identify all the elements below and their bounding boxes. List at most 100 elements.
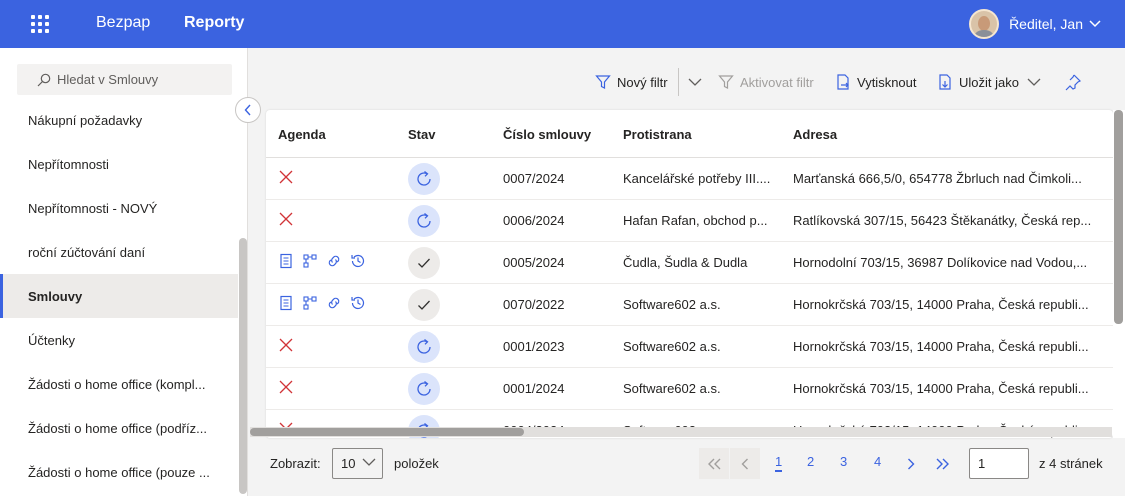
table-row[interactable]: 0007/2024 Kancelářské potřeby III.... Ma… — [266, 158, 1113, 200]
sidebar-item-neprítomnosti[interactable]: Nepřítomnosti — [0, 142, 238, 186]
filter-dropdown-button[interactable] — [688, 72, 708, 92]
status-badge — [408, 373, 440, 405]
print-button[interactable]: Vytisknout — [835, 72, 917, 92]
sidebar-item-home-office-pouze[interactable]: Žádosti o home office (pouze ... — [0, 450, 238, 494]
sidebar-item-rocni-zuctovani[interactable]: roční zúčtování daní — [0, 230, 238, 274]
pin-button[interactable] — [1064, 72, 1088, 92]
column-header-protistrana[interactable]: Protistrana — [623, 127, 692, 142]
page-number-input[interactable] — [969, 448, 1029, 479]
page-link-4[interactable]: 4 — [874, 454, 881, 469]
table-row[interactable]: 0006/2024 Hafan Rafan, obchod p... Ratlí… — [266, 200, 1113, 242]
column-header-adresa[interactable]: Adresa — [793, 127, 837, 142]
document-icon[interactable] — [278, 253, 294, 269]
sidebar-item-smlouvy[interactable]: Smlouvy — [0, 274, 238, 318]
grid-vertical-scrollbar[interactable] — [1114, 110, 1123, 324]
column-header-agenda[interactable]: Agenda — [278, 127, 326, 142]
page-link-3[interactable]: 3 — [840, 454, 847, 469]
link-icon[interactable] — [326, 295, 342, 311]
app-launcher-icon[interactable] — [31, 15, 49, 33]
save-as-button[interactable]: Uložit jako — [937, 72, 1047, 92]
agenda-cell — [278, 337, 294, 353]
checkmark-icon — [418, 258, 430, 268]
column-header-cislo-smlouvy[interactable]: Číslo smlouvy — [503, 127, 591, 142]
workflow-icon[interactable] — [302, 295, 318, 311]
app-name[interactable]: Bezpap — [96, 14, 150, 32]
counterparty: Software602 a.s. — [623, 297, 721, 312]
user-name: Ředitel, Jan — [1009, 16, 1083, 32]
collapse-sidebar-button[interactable] — [235, 97, 261, 123]
last-page-button[interactable] — [928, 448, 958, 479]
sidebar-item-uctenky[interactable]: Účtenky — [0, 318, 238, 362]
status-badge — [408, 163, 440, 195]
page-size-select[interactable]: 10 — [332, 448, 383, 479]
table-row[interactable]: 0005/2024 Čudla, Šudla & Dudla Hornodoln… — [266, 242, 1113, 284]
first-page-button[interactable] — [699, 448, 729, 479]
user-menu[interactable]: Ředitel, Jan — [969, 9, 1101, 39]
sidebar: Hledat v Smlouvy Nákupní požadavky Nepří… — [0, 48, 248, 496]
sidebar-item-nepritomnosti-novy[interactable]: Nepřítomnosti - NOVÝ — [0, 186, 238, 230]
page-link-2[interactable]: 2 — [807, 454, 814, 469]
sidebar-item-nakupni-pozadavky[interactable]: Nákupní požadavky — [0, 98, 238, 142]
chevron-down-icon — [1089, 20, 1101, 28]
pagination-bar: Zobrazit: 10 položek 1 2 3 4 z 4 stránek — [249, 440, 1125, 496]
items-label: položek — [394, 456, 439, 471]
page-size-value: 10 — [341, 456, 356, 471]
contract-number: 0001/2023 — [503, 339, 565, 354]
sidebar-item-home-office-podriz[interactable]: Žádosti o home office (podříz... — [0, 406, 238, 450]
page-link-1[interactable]: 1 — [775, 454, 783, 472]
address: Ratlíkovská 307/15, 56423 Štěkanátky, Če… — [793, 213, 1092, 228]
table-row[interactable]: 0001/2024 Software602 a.s. Hornokrčská 7… — [266, 368, 1113, 410]
activate-filter-label: Aktivovat filtr — [740, 74, 814, 90]
filter-icon — [595, 75, 611, 89]
double-chevron-right-icon — [936, 458, 949, 469]
status-badge — [408, 289, 440, 321]
counterparty: Čudla, Šudla & Dudla — [623, 255, 748, 270]
previous-page-button[interactable] — [730, 448, 760, 479]
chevron-down-icon — [688, 78, 702, 86]
contract-number: 0007/2024 — [503, 171, 565, 186]
address: Hornodolní 703/15, 36987 Dolíkovice nad … — [793, 255, 1088, 270]
column-header-stav[interactable]: Stav — [408, 127, 435, 142]
grid-horizontal-scrollbar[interactable] — [250, 428, 524, 436]
document-icon[interactable] — [278, 295, 294, 311]
sync-icon — [417, 338, 431, 354]
contract-number: 0006/2024 — [503, 213, 565, 228]
activate-filter-button[interactable]: Aktivovat filtr — [718, 72, 814, 92]
contract-number: 0070/2022 — [503, 297, 565, 312]
history-icon[interactable] — [350, 295, 366, 311]
new-filter-button[interactable]: Nový filtr — [595, 72, 668, 92]
table-row[interactable]: 0001/2023 Software602 a.s. Hornokrčská 7… — [266, 326, 1113, 368]
data-grid: Agenda Stav Číslo smlouvy Protistrana Ad… — [266, 110, 1113, 438]
chevron-left-icon — [741, 458, 748, 469]
counterparty: Software602 a.s. — [623, 381, 721, 396]
sidebar-item-home-office-kompl[interactable]: Žádosti o home office (kompl... — [0, 362, 238, 406]
history-icon[interactable] — [350, 253, 366, 269]
table-row[interactable]: 0070/2022 Software602 a.s. Hornokrčská 7… — [266, 284, 1113, 326]
chevron-down-icon — [1027, 78, 1041, 86]
counterparty: Hafan Rafan, obchod p... — [623, 213, 768, 228]
counterparty: Kancelářské potřeby III.... — [623, 171, 771, 186]
save-as-icon — [939, 74, 951, 90]
section-name[interactable]: Reporty — [184, 14, 244, 32]
chevron-down-icon — [362, 458, 376, 466]
address: Hornokrčská 703/15, 14000 Praha, Česká r… — [793, 339, 1089, 354]
chevron-left-icon — [244, 104, 251, 116]
address: Hornokrčská 703/15, 14000 Praha, Česká r… — [793, 297, 1089, 312]
link-icon[interactable] — [326, 253, 342, 269]
toolbar-divider — [678, 68, 679, 96]
contract-number: 0005/2024 — [503, 255, 565, 270]
chevron-right-icon — [908, 458, 915, 469]
close-icon — [279, 380, 293, 394]
contract-number: 0001/2024 — [503, 381, 565, 396]
agenda-cell — [278, 211, 294, 227]
sidebar-search-input[interactable]: Hledat v Smlouvy — [17, 64, 232, 95]
sidebar-scrollbar[interactable] — [239, 238, 247, 494]
print-icon — [837, 74, 849, 90]
agenda-cell — [278, 169, 294, 185]
next-page-button[interactable] — [896, 448, 926, 479]
agenda-cell — [278, 295, 366, 311]
workflow-icon[interactable] — [302, 253, 318, 269]
address: Marťanská 666,5/0, 654778 Žbrluch nad Či… — [793, 171, 1082, 186]
pages-total: z 4 stránek — [1039, 456, 1103, 471]
close-icon — [279, 338, 293, 352]
